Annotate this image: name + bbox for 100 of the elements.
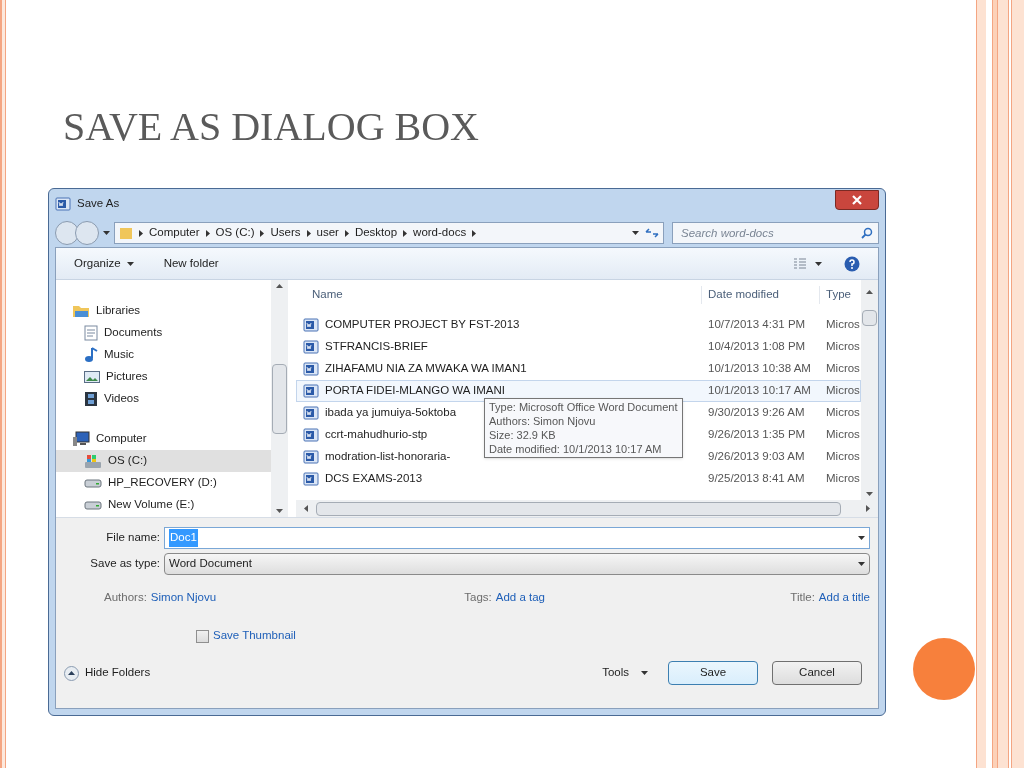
scroll-left-icon [304,505,308,512]
help-icon [844,255,860,272]
chevron-icon [306,229,311,237]
word-document-icon [303,471,319,487]
breadcrumb-item[interactable]: user [316,224,339,242]
scroll-down-icon [276,509,283,513]
music-note-icon [84,347,98,363]
caret-icon [641,671,648,675]
window-title: Save As [77,196,120,212]
word-document-icon [303,317,319,333]
meta-link[interactable]: Add a title [818,589,870,607]
organize-button[interactable]: Organize [74,254,134,273]
nav-item[interactable]: Pictures [56,366,271,388]
file-type-dropdown[interactable]: Word Document [164,553,870,575]
breadcrumb-item[interactable]: Users [270,224,301,242]
date-cell-text: 10/4/2013 1:08 PM [707,339,807,355]
scroll-up-button[interactable] [861,280,878,310]
search-field[interactable]: Search word-docs [672,222,879,244]
caret-icon [858,562,865,566]
scrollbar[interactable] [271,280,288,517]
tooltip-line: Authors: Simon Njovu [489,414,597,428]
nav-item[interactable]: Libraries [56,300,271,322]
date-cell-text: 9/26/2013 1:35 PM [707,427,807,443]
hide-folders-button[interactable]: Hide Folders [64,664,151,682]
date-cell-text: 10/1/2013 10:17 AM [707,383,812,399]
scrollbar[interactable] [296,500,878,517]
nav-item[interactable]: New Volume (E:) [56,494,271,516]
meta-label: Authors: [104,590,147,606]
checkbox-label: Save Thumbnail [213,628,296,644]
word-document-icon [303,339,319,355]
date-cell-text: 10/7/2013 4:31 PM [707,317,807,333]
tooltip-line: Type: Microsoft Office Word Document [489,400,678,414]
file-name: ZIHAFAMU NIA ZA MWAKA WA IMAN1 [325,361,527,377]
address-bar[interactable]: Computer OS (C:) Users user Desktop word-docs [114,222,664,244]
meta-link[interactable]: Add a tag [495,589,545,607]
chevron-icon [139,229,143,237]
word-document-icon [303,427,319,443]
drive-icon [84,499,102,511]
nav-item[interactable]: Documents [56,322,271,344]
selected-file-row[interactable]: PORTA FIDEI-MLANGO WA IMANI 10/1/2013 10:17 AM Micros [296,380,861,402]
tools-button[interactable]: Tools [602,664,648,682]
word-document-icon [303,383,319,399]
slide-title: SAVE AS DIALOG BOX [63,103,479,151]
forward-button[interactable] [75,221,99,245]
scroll-thumb[interactable] [316,501,841,516]
date-cell-text: 9/30/2013 9:26 AM [707,405,806,421]
save-button[interactable]: Save [668,661,758,685]
chevron-icon [205,229,210,237]
chevron-icon [472,229,477,237]
nav-item[interactable]: Music [56,344,271,366]
file-name: ccrt-mahudhurio-stp [325,427,428,443]
scroll-up-icon [276,284,283,288]
meta-label: Title: [790,590,815,606]
chevron-icon [344,229,349,237]
word-document-icon [55,196,71,212]
scroll-thumb[interactable] [272,363,287,434]
column-header[interactable]: Name [296,286,701,304]
breadcrumb-item[interactable]: Computer [149,224,200,242]
type-cell-text: Micros [825,339,860,355]
column-header[interactable]: Date modified [701,286,819,304]
caret-icon [858,536,865,540]
meta-label: Tags: [464,590,492,606]
type-cell-text: Micros [825,405,860,421]
caret-icon [815,261,822,266]
word-document-icon [303,405,319,421]
nav-item[interactable]: Computer [56,428,271,450]
cancel-button[interactable]: Cancel [772,661,862,685]
breadcrumb-item[interactable]: OS (C:) [215,224,255,242]
breadcrumb-item[interactable]: Desktop [354,224,398,242]
checkbox[interactable] [196,629,209,643]
drive-icon [84,477,102,489]
meta-link[interactable]: Simon Njovu [150,589,217,607]
file-name: DCS EXAMS-2013 [325,471,423,487]
close-button[interactable] [835,190,879,210]
scroll-thumb[interactable] [862,310,877,326]
chevron-icon [403,229,408,237]
caret-icon [126,261,134,266]
scrollbar[interactable] [861,310,878,500]
caret-icon [103,231,110,235]
breadcrumb-item[interactable]: word-docs [413,224,467,242]
computer-icon [72,431,90,447]
file-name: ibada ya jumuiya-5oktoba [325,405,457,421]
field-label: File name: [105,530,161,546]
nav-item[interactable]: Videos [56,388,271,410]
type-cell-text: Micros [825,361,860,377]
back-button[interactable] [55,221,79,245]
search-icon [861,227,873,239]
nav-item[interactable]: HP_RECOVERY (D:) [56,472,271,494]
file-name: STFRANCIS-BRIEF [325,339,428,355]
field-label: Save as type: [89,556,161,572]
document-icon [84,325,98,341]
nav-item[interactable]: OS (C:) [56,450,271,472]
system-drive-icon [84,453,102,469]
date-cell-text: 9/25/2013 8:41 AM [707,471,806,487]
type-cell-text: Micros [825,427,860,443]
scroll-down-icon [866,492,873,496]
new-folder-button[interactable]: New folder [163,254,219,273]
film-icon [84,391,98,407]
picture-icon [84,370,100,384]
type-cell-text: Micros [825,317,860,333]
